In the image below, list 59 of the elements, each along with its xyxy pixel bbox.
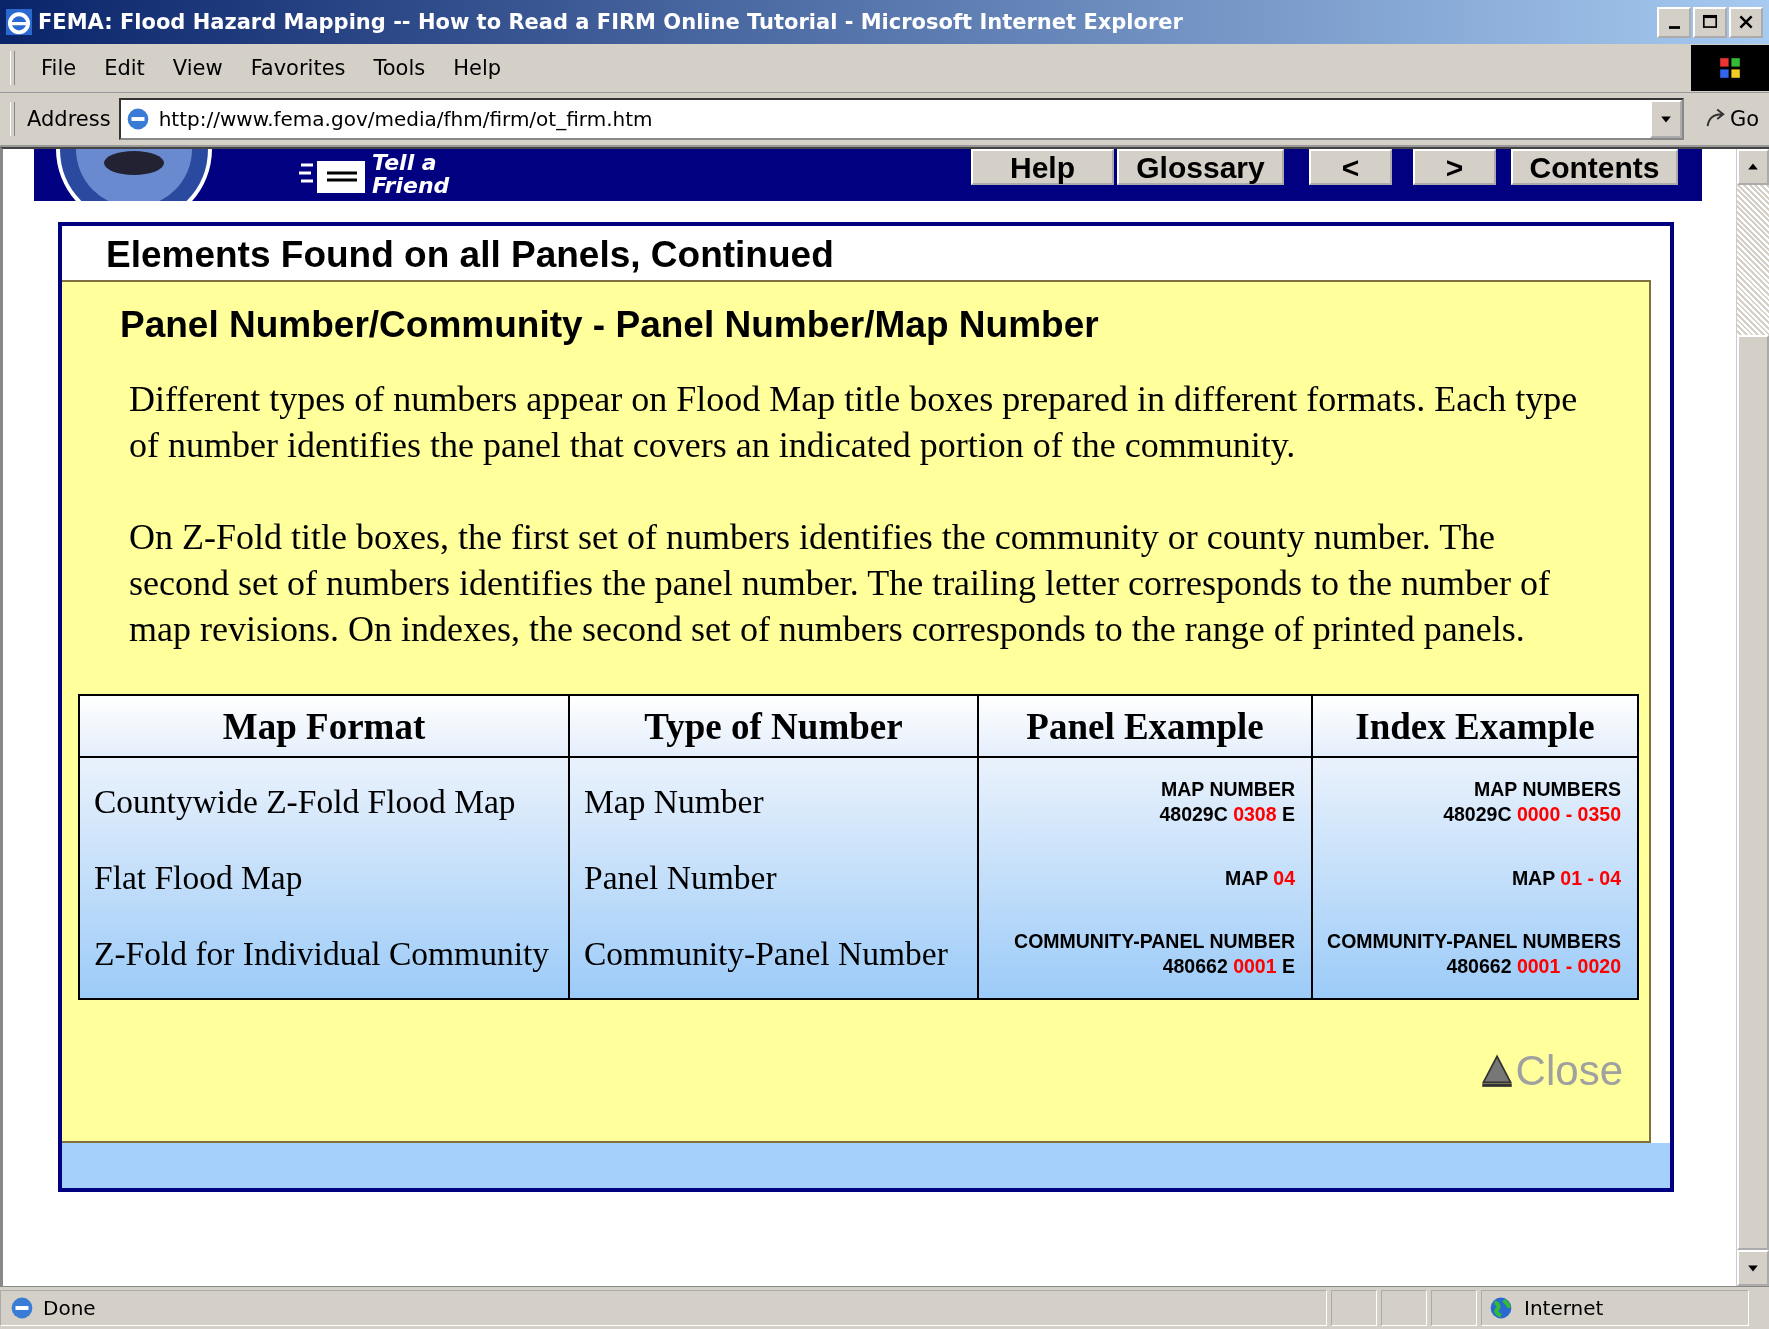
menu-item[interactable]: Favorites <box>250 56 346 80</box>
status-pane <box>1381 1290 1427 1326</box>
column-header: Map Format <box>221 704 427 749</box>
status-pane <box>1331 1290 1377 1326</box>
window-title: FEMA: Flood Hazard Mapping -- How to Read a FIRM Online Tutorial - Microsoft Internet Explorer <box>38 10 1184 34</box>
table-cell: Countywide Z-Fold Flood Map <box>94 783 516 821</box>
table-cell: Z-Fold for Individual Community <box>94 935 549 973</box>
close-icon <box>1737 13 1755 31</box>
column-header: Panel Example <box>977 696 1311 756</box>
dropdown-button[interactable] <box>1649 100 1682 138</box>
table-cell: Community-Panel Number <box>584 935 948 973</box>
windows-logo-icon <box>1691 45 1769 91</box>
close-button[interactable] <box>1729 6 1763 38</box>
browser-logo-icon <box>6 9 32 35</box>
minimize-icon <box>1668 25 1680 29</box>
address-label: Address <box>27 107 111 131</box>
address-field[interactable]: http://www.fema.gov/media/fhm/firm/ot_firm.htm <box>118 98 1684 140</box>
popup-heading: Panel Number/Community - Panel Number/Map Number <box>120 304 1100 346</box>
table-cell: Map Number <box>584 783 764 821</box>
scroll-down-button[interactable] <box>1737 1250 1769 1286</box>
menu-item[interactable]: Help <box>453 56 502 80</box>
paragraph: Different types of numbers appear on Flood Map title boxes prepared in different formats. Each type of number identifies the panel that covers an indicated portion of the community. <box>129 378 1579 467</box>
section-heading: Elements Found on all Panels, Continued <box>105 233 835 276</box>
status-text: Done <box>43 1296 96 1320</box>
example-number: MAP 01 - 04 <box>1511 865 1621 891</box>
globe-icon <box>1488 1295 1514 1321</box>
example-number: MAP 04 <box>1224 865 1295 891</box>
menu-item[interactable]: Tools <box>373 56 426 80</box>
nav-button[interactable]: Contents <box>1511 149 1678 185</box>
page-icon <box>9 1295 35 1321</box>
maximize-icon <box>1701 13 1719 31</box>
minimize-button[interactable] <box>1657 6 1691 38</box>
security-zone: Internet <box>1524 1296 1604 1320</box>
example-caption: COMMUNITY-PANEL NUMBERS <box>1327 929 1621 954</box>
example-number: 480662 0001 E <box>1162 954 1295 979</box>
nav-button[interactable]: Help <box>971 149 1114 185</box>
example-caption: MAP NUMBERS <box>1474 777 1621 802</box>
status-pane <box>1431 1290 1477 1326</box>
go-button[interactable]: Go <box>1703 107 1759 131</box>
menu-item[interactable]: File <box>41 56 77 80</box>
menu-item[interactable]: Edit <box>104 56 145 80</box>
menu-item[interactable]: View <box>172 56 223 80</box>
example-number: 48029C 0308 E <box>1159 802 1295 827</box>
table-cell: Panel Number <box>584 859 777 897</box>
tell-a-friend-link[interactable]: Tell a Friend <box>372 151 472 197</box>
example-number: 480662 0001 - 0020 <box>1446 954 1621 979</box>
example-caption: MAP NUMBER <box>1161 777 1295 802</box>
nav-button[interactable]: > <box>1413 149 1496 185</box>
nav-button[interactable]: Glossary <box>1117 149 1284 185</box>
table-cell: Flat Flood Map <box>94 859 303 897</box>
column-header: Index Example <box>1311 696 1637 756</box>
maximize-button[interactable] <box>1693 6 1727 38</box>
scroll-up-button[interactable] <box>1737 149 1769 185</box>
example-caption: COMMUNITY-PANEL NUMBER <box>1014 929 1295 954</box>
nav-button[interactable]: < <box>1309 149 1392 185</box>
paragraph: On Z-Fold title boxes, the first set of numbers identifies the community or county number. The second set of numbers identifies the panel number. The trailing letter corresponds to the number of map revisions. On indexes, the second set of numbers corresponds to the range of printed panels. <box>129 516 1551 651</box>
column-header: Type of Number <box>568 696 977 756</box>
example-number: 48029C 0000 - 0350 <box>1443 802 1621 827</box>
triangle-icon <box>1479 1053 1514 1088</box>
